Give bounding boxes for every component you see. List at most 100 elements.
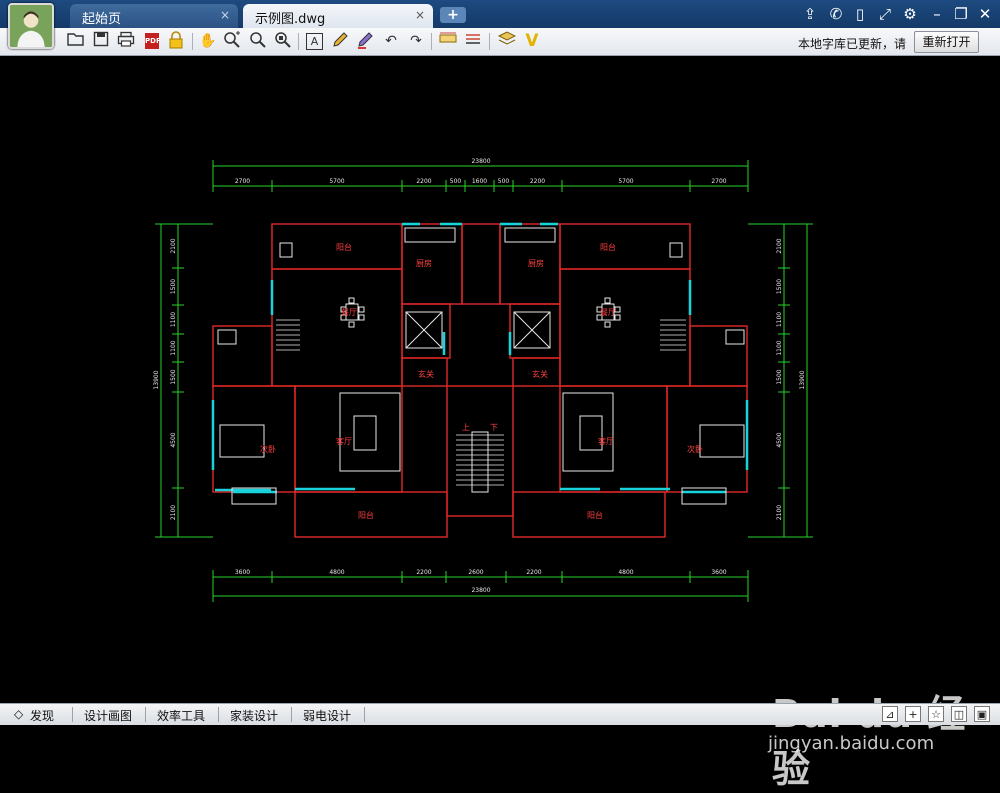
undo-icon[interactable]: ↶: [381, 31, 401, 51]
highlighter-icon[interactable]: [355, 31, 375, 51]
room-label-dining: 餐厅: [600, 308, 616, 317]
tab-close-icon[interactable]: ×: [415, 8, 425, 22]
room-label-stair_down: 下: [490, 423, 498, 432]
tab-discover[interactable]: 发现: [30, 707, 54, 724]
top-dim-label: 500: [498, 178, 510, 185]
wechat-icon[interactable]: ✆: [826, 4, 846, 24]
right-total-label: 13900: [799, 370, 806, 389]
tab-efficiency-tools[interactable]: 效率工具: [157, 707, 205, 724]
right-bedroom: [666, 385, 748, 493]
redo-icon[interactable]: ↷: [406, 31, 426, 51]
lock-icon[interactable]: [166, 31, 186, 51]
pan-icon[interactable]: ✋: [198, 31, 218, 51]
right-dim-label: 1100: [776, 312, 783, 327]
right-counter: [504, 227, 556, 243]
open-icon[interactable]: [66, 31, 86, 51]
new-tab-button[interactable]: +: [440, 7, 466, 23]
measure-icon[interactable]: [438, 31, 458, 51]
room-label-balcony: 阳台: [600, 242, 616, 252]
tab-close-icon[interactable]: ×: [220, 8, 230, 22]
room-label-living: 客厅: [336, 436, 352, 446]
reopen-button[interactable]: 重新打开: [914, 31, 979, 53]
room-label-entrance: 玄关: [532, 369, 548, 379]
room-label-entrance: 玄关: [418, 369, 434, 379]
right-washer: [669, 242, 683, 258]
left-kitchen: [401, 223, 463, 305]
tab-label: 示例图.dwg: [255, 12, 326, 27]
pencil-icon[interactable]: [330, 31, 350, 51]
minimize-icon[interactable]: –: [927, 4, 947, 24]
tab-low-voltage-design[interactable]: 弱电设计: [303, 707, 351, 724]
right-bay-window: [681, 487, 727, 505]
bottom-dim-label: 2600: [468, 569, 483, 576]
left-dim-label: 1100: [170, 340, 177, 355]
tab-drawing[interactable]: 示例图.dwg ×: [243, 4, 433, 28]
fullscreen-icon[interactable]: ⤢: [875, 4, 895, 24]
toolbar: PDF ✋ A ↶ ↷ V 本地字库已更新，请 重新打开: [0, 28, 1000, 56]
bottom-total-label: 23800: [471, 587, 490, 594]
discover-icon[interactable]: ◇: [14, 707, 23, 721]
right-dim-label: 1500: [776, 369, 783, 384]
print-icon[interactable]: [116, 31, 136, 51]
zoom-extent-icon[interactable]: [273, 31, 293, 51]
right-dim-label: 2100: [776, 238, 783, 253]
bottom-dim-label: 4800: [329, 569, 344, 576]
star-icon[interactable]: ☆: [928, 706, 944, 722]
top-dim-label: 2700: [711, 178, 726, 185]
drawing-canvas[interactable]: 2700 5700 2200 500 1600 500 2200 5700 2700 23800 3…: [0, 56, 1000, 791]
top-total-label: 23800: [471, 158, 490, 165]
top-dim-label: 1600: [472, 178, 487, 185]
restore-icon[interactable]: ❐: [951, 4, 971, 24]
zoom-window-icon[interactable]: [248, 31, 268, 51]
avatar[interactable]: [8, 3, 54, 49]
room-label-balcony: 阳台: [358, 510, 374, 520]
dining-chair: [348, 321, 355, 328]
right-dining-room: [559, 268, 691, 387]
tab-design-drawing[interactable]: 设计画图: [84, 707, 132, 724]
central-shaft: [461, 223, 501, 305]
watermark-url: jingyan.baidu.com: [768, 733, 935, 754]
stair-well: [471, 431, 489, 493]
dimension-icon[interactable]: [463, 31, 483, 51]
room-label-stair_up: 上: [462, 423, 470, 432]
layers-toggle-icon[interactable]: ◫: [951, 706, 967, 722]
left-dim-label: 2100: [170, 505, 177, 520]
check-icon[interactable]: V: [522, 31, 542, 51]
right-dim-label: 1100: [776, 340, 783, 355]
crosshair-icon[interactable]: +: [905, 706, 921, 722]
left-dim-label: 1100: [170, 312, 177, 327]
bottom-dim-label: 3600: [711, 569, 726, 576]
dining-chair: [358, 306, 365, 313]
share-icon[interactable]: ⇪: [800, 4, 820, 24]
right-sink: [725, 329, 745, 345]
tab-label: 起始页: [82, 12, 122, 27]
layout-icon[interactable]: ⊿: [882, 706, 898, 722]
tab-start-page[interactable]: 起始页 ×: [70, 4, 238, 28]
left-bed: [219, 424, 265, 458]
room-label-bedroom: 次卧: [260, 444, 276, 454]
room-label-living: 客厅: [598, 436, 614, 446]
right-bed: [699, 424, 745, 458]
text-tool-icon[interactable]: A: [304, 31, 324, 51]
stair-core: [446, 385, 514, 517]
room-label-kitchen: 厨房: [416, 258, 432, 268]
pdf-icon[interactable]: PDF: [142, 31, 162, 51]
room-labels: 阳台 阳台厨房 厨房餐厅 餐厅玄关 玄关客厅 客厅次卧 次卧阳台 阳台上下: [260, 242, 703, 520]
right-dim-label: 4500: [776, 432, 783, 447]
room-label-dining: 餐厅: [341, 308, 357, 317]
save-icon[interactable]: [91, 31, 111, 51]
dining-chair: [604, 297, 611, 304]
top-dim-label: 2700: [235, 178, 250, 185]
window-icon[interactable]: ▣: [974, 706, 990, 722]
left-dim-label: 4500: [170, 432, 177, 447]
dining-chair: [604, 321, 611, 328]
settings-icon[interactable]: ⚙: [900, 4, 920, 24]
left-bedroom: [212, 385, 296, 493]
zoom-in-icon[interactable]: [222, 31, 242, 51]
tab-home-design[interactable]: 家装设计: [230, 707, 278, 724]
layers-icon[interactable]: [497, 31, 517, 51]
right-bath: [689, 325, 748, 387]
mobile-icon[interactable]: ▯: [850, 4, 870, 24]
left-bath: [212, 325, 273, 387]
close-icon[interactable]: ✕: [975, 4, 995, 24]
